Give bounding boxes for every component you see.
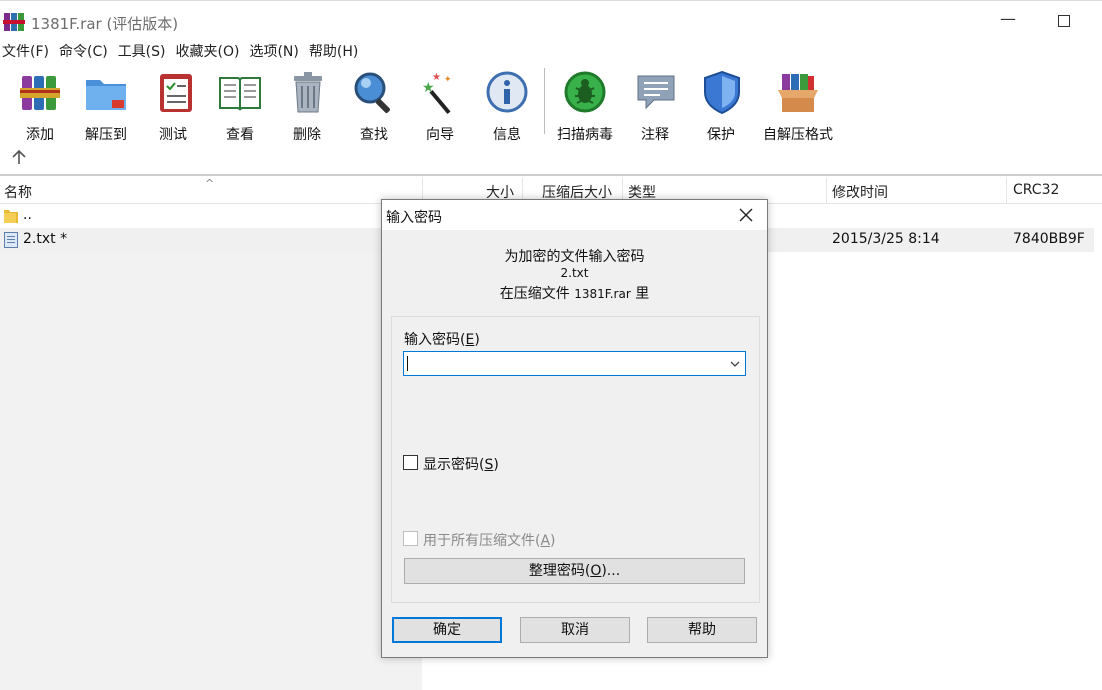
add-books-icon (20, 76, 60, 110)
delete-button[interactable]: 删除 (286, 70, 328, 143)
help-button[interactable]: 帮助 (647, 617, 757, 643)
extract-folder-icon (86, 80, 126, 110)
winrar-app-icon (3, 13, 25, 31)
ok-button[interactable]: 确定 (392, 617, 502, 643)
wizard-label: 向导 (426, 127, 454, 143)
file-modified: 2015/3/25 8:14 (832, 231, 940, 247)
archive-prefix: 在压缩文件 (499, 286, 570, 302)
test-button[interactable]: 测试 (154, 70, 192, 143)
wizard-button[interactable]: ★ ★ ✦ 向导 (418, 70, 462, 143)
menu-bar: 文件(F) 命令(C) 工具(S) 收藏夹(O) 选项(N) 帮助(H) (0, 42, 1102, 64)
text-cursor (407, 356, 408, 371)
minimize-button[interactable]: — (996, 9, 1020, 33)
file-name: 2.txt * (23, 231, 68, 247)
sort-ascending-icon: ^ (205, 177, 215, 190)
protect-label: 保护 (707, 127, 735, 143)
add-button[interactable]: 添加 (18, 70, 62, 143)
sfx-box-icon (778, 74, 818, 112)
delete-label: 删除 (293, 127, 321, 143)
magnifier-icon (354, 72, 390, 113)
cancel-button[interactable]: 取消 (520, 617, 630, 643)
view-book-icon (219, 77, 261, 111)
toolbar-separator (544, 68, 545, 134)
shield-icon (704, 70, 740, 115)
test-clipboard-icon (160, 74, 192, 112)
column-divider[interactable] (1006, 178, 1007, 204)
dialog-title: 输入密码 (386, 210, 442, 226)
dialog-message: 为加密的文件输入密码 (504, 249, 645, 265)
comment-button[interactable]: 注释 (634, 70, 676, 143)
encrypted-file-name: 2.txt (560, 266, 589, 280)
extract-to-button[interactable]: 解压到 (82, 70, 130, 143)
password-dialog: 输入密码 为加密的文件输入密码 2.txt 在压缩文件 1381F.rar 里 … (381, 199, 768, 658)
file-crc32: 7840BB9F (1013, 231, 1085, 247)
dialog-close-button[interactable] (734, 204, 758, 226)
archive-name: 1381F.rar (574, 287, 631, 301)
show-password-label[interactable]: 显示密码(S) (423, 454, 499, 474)
svg-text:★: ★ (432, 72, 441, 83)
column-modified[interactable]: 修改时间 (832, 182, 888, 202)
info-button[interactable]: 信息 (484, 70, 530, 143)
menu-commands[interactable]: 命令(C) (57, 42, 111, 64)
comment-label: 注释 (641, 127, 669, 143)
password-label: 输入密码(E) (404, 332, 480, 348)
view-button[interactable]: 查看 (214, 70, 266, 143)
column-divider[interactable] (826, 178, 827, 204)
column-crc32[interactable]: CRC32 (1013, 182, 1059, 198)
chevron-down-icon[interactable] (729, 358, 741, 370)
menu-options[interactable]: 选项(N) (247, 42, 301, 64)
show-password-checkbox[interactable] (403, 455, 418, 470)
close-icon (739, 208, 753, 222)
comment-icon (637, 75, 675, 110)
use-for-all-archives-label: 用于所有压缩文件(A) (423, 533, 556, 549)
extract-to-label: 解压到 (85, 127, 127, 143)
up-folder-button[interactable] (10, 148, 28, 166)
column-name[interactable]: 名称 (4, 182, 32, 202)
virus-scan-icon (564, 71, 606, 113)
sfx-label: 自解压格式 (763, 127, 833, 143)
menu-tools[interactable]: 工具(S) (116, 42, 169, 64)
use-for-all-archives-checkbox[interactable] (403, 531, 418, 546)
menu-favorites[interactable]: 收藏夹(O) (174, 42, 243, 64)
info-label: 信息 (493, 127, 521, 143)
file-name: .. (23, 207, 32, 223)
view-label: 查看 (226, 127, 254, 143)
password-input[interactable] (403, 351, 746, 376)
find-label: 查找 (360, 127, 388, 143)
list-empty-area (0, 252, 422, 690)
dialog-title-bar: 输入密码 (382, 200, 767, 230)
virus-scan-button[interactable]: 扫描病毒 (554, 70, 616, 143)
maximize-button[interactable] (1058, 15, 1070, 27)
svg-text:✦: ✦ (444, 75, 452, 85)
toolbar: 添加 解压到 测试 查看 删除 查找 ★ ★ ✦ 向导 信息 扫描病毒 注释 保… (0, 64, 1102, 176)
text-file-icon (4, 232, 18, 248)
window-title: 1381F.rar (评估版本) (31, 15, 179, 33)
virus-scan-label: 扫描病毒 (557, 127, 613, 143)
title-bar: 1381F.rar (评估版本) — (0, 0, 1102, 42)
menu-help[interactable]: 帮助(H) (307, 42, 361, 64)
info-icon (486, 71, 528, 113)
trash-icon (294, 72, 322, 113)
archive-line: 在压缩文件 1381F.rar 里 (382, 283, 767, 303)
add-label: 添加 (26, 127, 54, 143)
menu-file[interactable]: 文件(F) (0, 42, 52, 64)
protect-button[interactable]: 保护 (700, 70, 742, 143)
arrow-up-icon (12, 149, 26, 164)
folder-icon (4, 210, 18, 223)
organize-passwords-button[interactable]: 整理密码(O)... (404, 558, 745, 584)
wizard-wand-icon: ★ ★ ✦ (422, 72, 452, 115)
test-label: 测试 (159, 127, 187, 143)
find-button[interactable]: 查找 (350, 70, 398, 143)
archive-suffix: 里 (635, 286, 650, 302)
sfx-button[interactable]: 自解压格式 (760, 70, 836, 143)
